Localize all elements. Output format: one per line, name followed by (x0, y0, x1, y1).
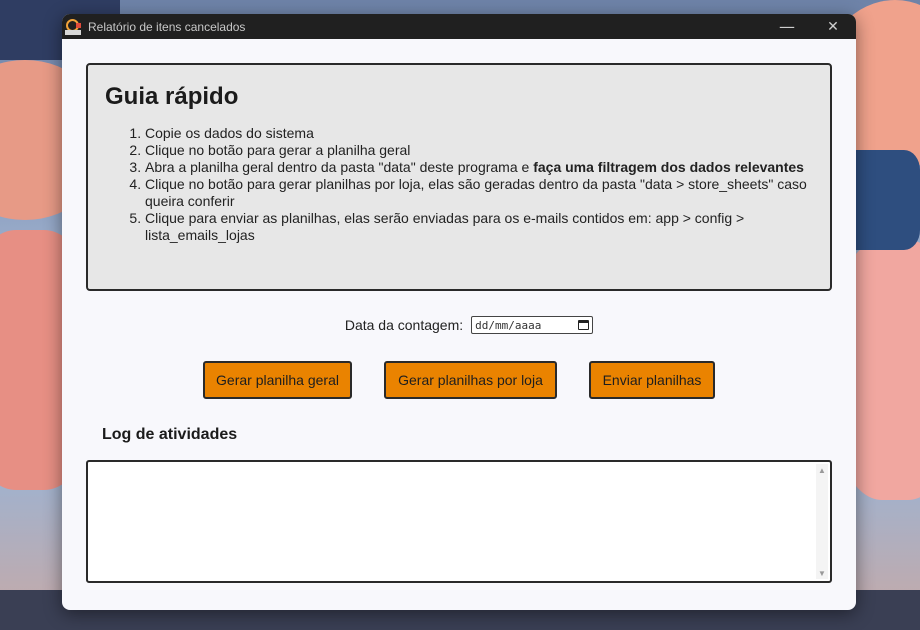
minimize-button[interactable]: — (764, 14, 810, 39)
guide-steps-list: Copie os dados do sistema Clique no botã… (104, 125, 845, 244)
guide-step: Clique para enviar as planilhas, elas se… (145, 210, 845, 244)
calendar-icon[interactable] (578, 320, 590, 330)
scroll-down-icon[interactable]: ▼ (816, 567, 828, 579)
guide-step: Copie os dados do sistema (145, 125, 845, 142)
scroll-up-icon[interactable]: ▲ (816, 464, 828, 476)
activity-log[interactable]: ▲ ▼ (86, 460, 832, 583)
app-logo-icon (65, 18, 81, 35)
guide-step: Abra a planilha geral dentro da pasta "d… (145, 159, 845, 176)
guide-step: Clique no botão para gerar planilhas por… (145, 176, 845, 210)
window-title: Relatório de itens cancelados (88, 19, 246, 34)
generate-general-sheet-button[interactable]: Gerar planilha geral (203, 361, 352, 399)
date-row: Data da contagem: dd/mm/aaaa (62, 316, 856, 334)
close-button[interactable]: ✕ (810, 14, 856, 39)
quick-guide-panel: Guia rápido Copie os dados do sistema Cl… (86, 63, 832, 291)
date-label: Data da contagem: (344, 317, 464, 333)
guide-step-emphasis: faça uma filtragem dos dados relevantes (533, 159, 804, 175)
send-sheets-button[interactable]: Enviar planilhas (589, 361, 715, 399)
date-input[interactable]: dd/mm/aaaa (471, 316, 594, 334)
log-title: Log de atividades (102, 426, 238, 443)
log-scrollbar[interactable]: ▲ ▼ (816, 464, 828, 579)
app-window: Relatório de itens cancelados — ✕ Guia r… (62, 14, 856, 610)
guide-step: Clique no botão para gerar a planilha ge… (145, 142, 845, 159)
title-bar: Relatório de itens cancelados — ✕ (62, 14, 856, 39)
date-placeholder: dd/mm/aaaa (475, 318, 542, 332)
guide-title: Guia rápido (105, 83, 239, 110)
generate-store-sheets-button[interactable]: Gerar planilhas por loja (384, 361, 557, 399)
